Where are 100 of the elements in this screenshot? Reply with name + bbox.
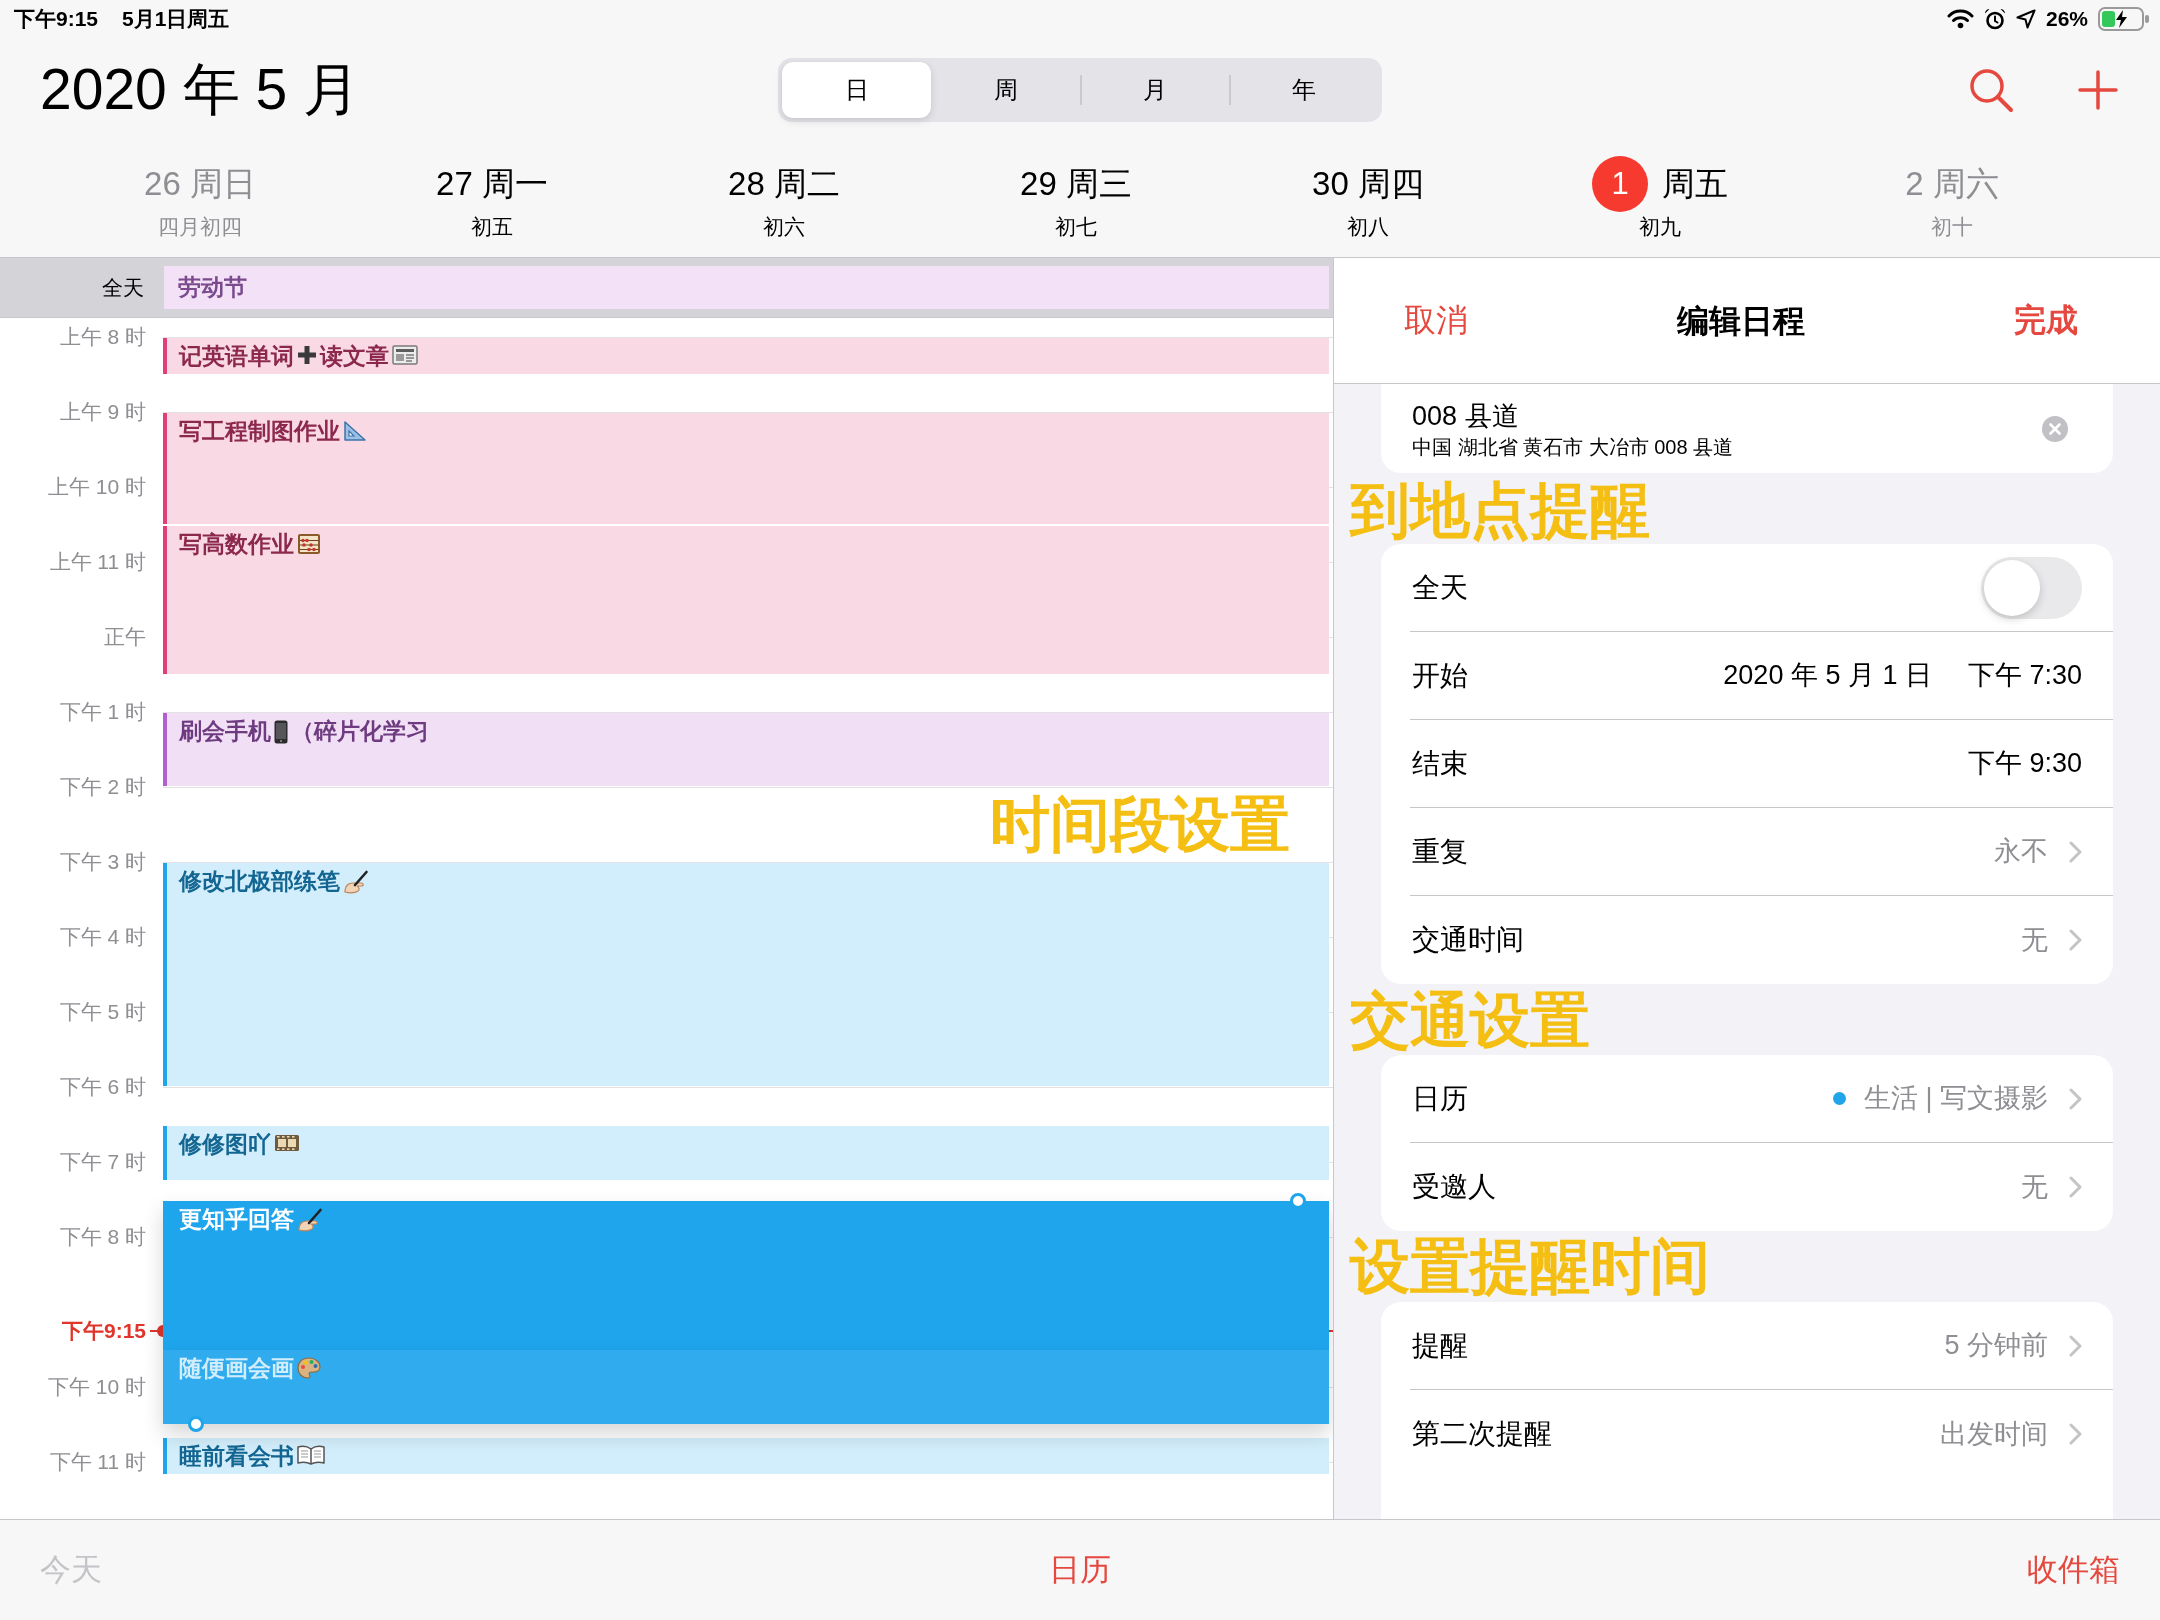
palette-icon <box>297 1356 321 1379</box>
today-date[interactable]: 1 <box>1592 156 1648 212</box>
event-title: 随便画会画 <box>179 1353 294 1382</box>
row-value[interactable]: 无 <box>2021 1166 2048 1208</box>
hour-label: 下午 7 时 <box>58 1149 147 1175</box>
day-label[interactable]: 28 周二 <box>728 164 840 204</box>
calendar-event[interactable]: 更知乎回答 <box>163 1200 1329 1350</box>
event-title: 睡前看会书 <box>179 1442 294 1470</box>
triangle-ruler-icon <box>343 420 367 442</box>
mobile-phone-icon <box>274 720 288 744</box>
calendar-event[interactable]: 刷会手机 （碎片化学习 <box>163 713 1329 786</box>
hour-label: 正午 <box>103 624 147 650</box>
toggle-switch[interactable] <box>1981 556 2082 619</box>
search-icon[interactable] <box>1968 67 2014 113</box>
inbox-button[interactable]: 收件箱 <box>2027 1546 2120 1594</box>
open-book-icon <box>297 1445 325 1465</box>
hour-label: 上午 10 时 <box>46 474 147 500</box>
row-label: 提醒 <box>1411 1328 1469 1363</box>
lunar-date: 初六 <box>762 214 806 240</box>
lunar-date: 初十 <box>1930 214 1974 240</box>
hour-label: 上午 9 时 <box>58 399 147 425</box>
calendar-event[interactable]: 记英语单词 读文章 <box>163 338 1329 374</box>
handwritten-annotation: 设置提醒时间 <box>1350 1232 1710 1301</box>
row-label: 第二次提醒 <box>1411 1417 1553 1451</box>
chevron-right-icon <box>2069 1176 2082 1198</box>
view-tab[interactable]: 日 <box>782 62 931 118</box>
location-arrow-icon <box>2015 9 2036 29</box>
row-label: 日历 <box>1411 1081 1469 1116</box>
day-label[interactable]: 29 周三 <box>1020 164 1132 204</box>
resize-handle[interactable] <box>1290 1192 1306 1209</box>
chevron-right-icon <box>2069 840 2082 863</box>
day-label[interactable]: 26 周日 <box>144 164 256 204</box>
day-label[interactable]: 2 周六 <box>1905 164 1999 204</box>
hour-label: 下午 6 时 <box>58 1074 147 1100</box>
hour-label: 下午 10 时 <box>46 1374 147 1400</box>
alarm-clock-icon <box>1983 8 2006 30</box>
done-button[interactable]: 完成 <box>2014 301 2078 340</box>
handwritten-annotation: 时间段设置 <box>990 790 1290 859</box>
handwritten-annotation: 到地点提醒 <box>1350 476 1650 545</box>
view-tab[interactable]: 周 <box>931 62 1080 118</box>
clear-icon[interactable] <box>2042 415 2068 442</box>
hour-label: 上午 11 时 <box>48 549 147 575</box>
calendar-event[interactable]: 写高数作业 <box>163 525 1329 674</box>
row-value[interactable]: 生活 | 写文摄影 <box>1863 1078 2048 1119</box>
date-value[interactable]: 2020 年 5 月 1 日 <box>1723 655 1932 696</box>
hand-with-pen-icon <box>297 1207 323 1232</box>
time-value[interactable]: 下午 9:30 <box>1967 743 2082 784</box>
hour-label: 下午 11 时 <box>48 1449 147 1475</box>
hour-label: 下午 4 时 <box>58 924 147 950</box>
row-label: 重复 <box>1411 834 1469 869</box>
hour-label: 下午 3 时 <box>58 849 147 875</box>
calendar-event[interactable]: 写工程制图作业 <box>163 413 1329 524</box>
abacus-icon <box>297 532 321 555</box>
row-label: 交通时间 <box>1411 923 1525 957</box>
hour-label: 下午 8 时 <box>58 1224 147 1250</box>
all-day-event[interactable]: 劳动节 <box>164 266 1329 309</box>
chevron-right-icon <box>2069 929 2082 951</box>
lunar-date: 初九 <box>1638 214 1682 240</box>
plus-icon[interactable] <box>2078 70 2118 110</box>
calendar-event[interactable]: 睡前看会书 <box>163 1438 1329 1474</box>
calendar-event[interactable]: 修改北极部练笔 <box>163 863 1329 1086</box>
row-value[interactable]: 5 分钟前 <box>1944 1325 2048 1366</box>
lunar-date: 四月初四 <box>157 214 243 240</box>
row-value[interactable]: 无 <box>2021 919 2048 961</box>
time-value[interactable]: 下午 7:30 <box>1967 655 2082 696</box>
battery-percentage: 26% <box>2045 6 2088 32</box>
row-label: 开始 <box>1411 658 1469 693</box>
current-time-label: 下午9:15 <box>60 1317 147 1344</box>
hour-label: 上午 8 时 <box>58 324 147 350</box>
row-label: 全天 <box>1411 570 1469 605</box>
hour-label: 下午 1 时 <box>58 699 147 725</box>
calendars-button[interactable]: 日历 <box>1049 1546 1111 1594</box>
day-label[interactable]: 30 周四 <box>1312 164 1424 204</box>
handwritten-annotation: 交通设置 <box>1350 986 1590 1055</box>
film-strip-icon <box>274 1132 300 1153</box>
hand-with-pen-icon <box>343 870 369 894</box>
location-name: 008 县道 <box>1412 399 1520 433</box>
wifi-icon <box>1946 9 1974 29</box>
event-title: 写高数作业 <box>179 529 294 558</box>
chevron-right-icon <box>2069 1334 2082 1357</box>
cancel-button[interactable]: 取消 <box>1404 301 1468 340</box>
newspaper-icon <box>392 345 418 365</box>
sheet-title: 编辑日程 <box>1677 301 1805 341</box>
status-date: 5月1日周五 <box>122 6 230 32</box>
row-value[interactable]: 出发时间 <box>1940 1413 2048 1455</box>
day-weekday[interactable]: 周五 <box>1662 164 1728 204</box>
event-title: 写工程制图作业 <box>179 417 340 445</box>
month-title: 2020 年 5 月 <box>40 57 361 123</box>
lunar-date: 初五 <box>470 214 514 240</box>
calendar-event[interactable]: 修修图吖 <box>163 1125 1329 1180</box>
hour-label: 下午 5 时 <box>58 999 147 1025</box>
location-address: 中国 湖北省 黄石市 大冶市 008 县道 <box>1412 434 1735 460</box>
chevron-right-icon <box>2069 1423 2082 1445</box>
event-title: （碎片化学习 <box>291 717 429 745</box>
lunar-date: 初七 <box>1054 214 1098 240</box>
chevron-right-icon <box>2069 1087 2082 1110</box>
all-day-label: 全天 <box>101 274 145 301</box>
lunar-date: 初八 <box>1346 214 1390 240</box>
row-value[interactable]: 永不 <box>1994 831 2048 872</box>
day-label[interactable]: 27 周一 <box>436 164 548 204</box>
